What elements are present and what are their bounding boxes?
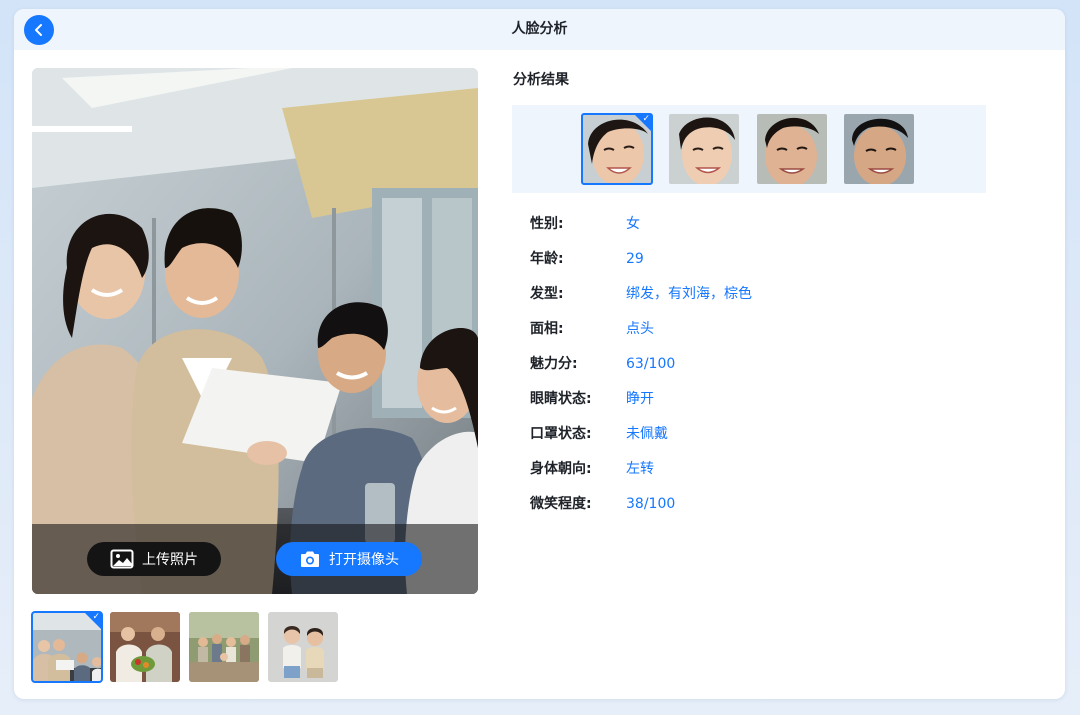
open-camera-label: 打开摄像头 — [329, 552, 399, 568]
family-outdoor-thumbnail — [189, 612, 259, 682]
upload-photo-button[interactable]: 上传照片 — [87, 542, 221, 576]
main-photo: 上传照片 打开摄像头 — [32, 68, 478, 594]
check-icon: ✓ — [92, 612, 100, 622]
attr-label: 眼睛状态: — [530, 391, 592, 407]
detected-faces-panel: ✓ — [512, 105, 986, 193]
attr-label: 身体朝向: — [530, 461, 592, 477]
open-camera-button[interactable]: 打开摄像头 — [276, 542, 422, 576]
attr-value: 女 — [626, 216, 640, 232]
attr-value: 38/100 — [626, 496, 676, 512]
attr-value: 绑发，有刘海，棕色 — [626, 286, 752, 302]
face-2-crop — [669, 114, 739, 184]
attr-label: 年龄: — [530, 251, 564, 267]
image-icon — [110, 549, 134, 569]
office-scene-illustration — [32, 68, 478, 594]
title-bar: 人脸分析 — [14, 9, 1065, 50]
detected-face-4[interactable] — [844, 114, 914, 184]
face-analysis-window: 人脸分析 上传照片 打开摄像头 ✓ 分析结果 ✓ 性别: 女 年龄: 29 发型… — [14, 9, 1065, 699]
gallery-thumb-family-grocery[interactable] — [110, 612, 180, 682]
upload-photo-label: 上传照片 — [142, 552, 198, 568]
attr-label: 口罩状态: — [530, 426, 592, 442]
attr-label: 面相: — [530, 321, 564, 337]
attr-label: 微笑程度: — [530, 496, 592, 512]
attr-value: 睁开 — [626, 391, 654, 407]
attr-value: 未佩戴 — [626, 426, 668, 442]
gallery-thumb-office-team[interactable]: ✓ — [31, 611, 103, 683]
attr-label: 性别: — [530, 216, 564, 232]
attr-value: 点头 — [626, 321, 654, 337]
photo-action-bar: 上传照片 打开摄像头 — [32, 524, 478, 594]
gallery-thumb-family-outdoor[interactable] — [189, 612, 259, 682]
attr-value: 63/100 — [626, 356, 676, 372]
attr-value: 左转 — [626, 461, 654, 477]
attr-label: 魅力分: — [530, 356, 578, 372]
attr-value: 29 — [626, 251, 644, 267]
detected-face-1[interactable]: ✓ — [581, 113, 653, 185]
face-3-crop — [757, 114, 827, 184]
page-title: 人脸分析 — [511, 21, 568, 37]
camera-icon — [301, 551, 319, 567]
family-grocery-thumbnail — [110, 612, 180, 682]
detected-face-3[interactable] — [757, 114, 827, 184]
detected-face-2[interactable] — [669, 114, 739, 184]
analysis-result-title: 分析结果 — [513, 72, 569, 88]
back-button[interactable] — [24, 15, 54, 45]
gallery-thumb-two-children[interactable] — [268, 612, 338, 682]
two-children-thumbnail — [268, 612, 338, 682]
attr-label: 发型: — [530, 286, 564, 302]
check-icon: ✓ — [642, 114, 650, 124]
face-4-crop — [844, 114, 914, 184]
chevron-left-icon — [35, 24, 42, 36]
